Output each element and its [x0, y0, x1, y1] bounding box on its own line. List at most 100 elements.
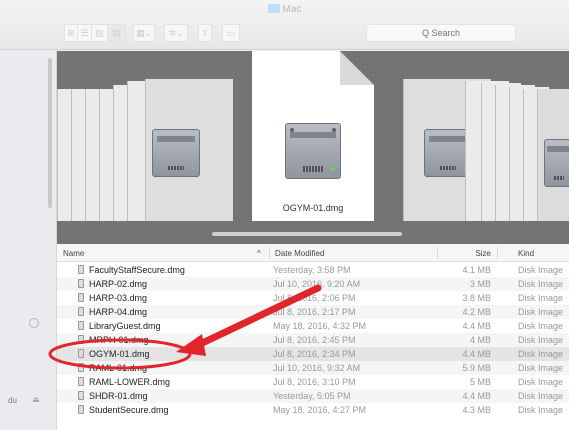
eject-icon[interactable]: ⏏ — [32, 395, 40, 404]
arrange-group: ▦⌄ — [133, 24, 155, 42]
table-row[interactable]: RAML-LOWER.dmg Jul 8, 2016, 3:10 PM 5 MB… — [57, 375, 569, 389]
file-date: Yesterday, 5:05 PM — [273, 391, 351, 401]
file-date: May 18, 2016, 4:32 PM — [273, 321, 367, 331]
coverflow-view[interactable]: OGYM-01.dmg — [57, 51, 569, 244]
window-title-text: Mac — [282, 4, 302, 15]
coverflow-selected-label: OGYM-01.dmg — [282, 203, 344, 213]
file-name: HARP-02.dmg — [89, 279, 148, 289]
coverflow-view-icon: ▤ — [112, 27, 121, 38]
disk-image-icon — [78, 349, 84, 358]
gear-icon: ✲⌄ — [168, 27, 184, 38]
list-header: Name ^ Date Modified Size Kind — [57, 244, 569, 262]
file-kind: Disk Image — [518, 321, 564, 331]
tag-button[interactable]: ▭ — [222, 24, 240, 42]
file-date: Jul 10, 2016, 9:20 AM — [273, 279, 361, 289]
file-size: 5.9 MB — [462, 363, 491, 373]
coverflow-item[interactable] — [145, 79, 233, 221]
disk-image-icon — [78, 265, 84, 274]
column-header-date[interactable]: Date Modified — [275, 249, 324, 258]
file-size: 5 MB — [469, 377, 491, 387]
page-fold — [340, 51, 374, 85]
file-kind: Disk Image — [518, 391, 564, 401]
table-row[interactable]: LibraryGuest.dmg May 18, 2016, 4:32 PM 4… — [57, 319, 569, 333]
search-field[interactable] — [366, 24, 516, 42]
table-row[interactable]: MRPH-01.dmg Jul 8, 2016, 2:45 PM 4 MB Di… — [57, 333, 569, 347]
file-kind: Disk Image — [518, 293, 564, 303]
view-switcher: ⊞ ☰ ▥ ▤ — [64, 24, 126, 42]
table-row[interactable]: FacultyStaffSecure.dmg Yesterday, 3:58 P… — [57, 263, 569, 277]
file-size: 4.4 MB — [462, 349, 491, 359]
column-view-icon: ▥ — [95, 27, 104, 38]
column-header-kind[interactable]: Kind — [518, 249, 534, 258]
file-kind: Disk Image — [518, 279, 564, 289]
icon-view-icon: ⊞ — [67, 27, 75, 38]
column-header-name[interactable]: Name — [63, 249, 84, 258]
finder-window: Mac ⊞ ☰ ▥ ▤ ▦⌄ ✲⌄ ⇧ ▭ du ⏏ — [0, 0, 569, 430]
file-kind: Disk Image — [518, 349, 564, 359]
disk-image-icon — [78, 293, 84, 302]
folder-icon — [267, 4, 280, 13]
toolbar: Mac ⊞ ☰ ▥ ▤ ▦⌄ ✲⌄ ⇧ ▭ — [0, 0, 569, 50]
file-size: 4.4 MB — [462, 321, 491, 331]
tag-icon: ▭ — [226, 27, 236, 38]
disk-image-icon — [78, 377, 84, 386]
column-header-size[interactable]: Size — [475, 249, 491, 258]
table-row[interactable]: HARP-04.dmg Jul 8, 2016, 2:17 PM 4.2 MB … — [57, 305, 569, 319]
disk-image-icon — [78, 405, 84, 414]
file-name: RAML-01.dmg — [89, 363, 148, 373]
sidebar-item-label[interactable]: du — [8, 396, 17, 405]
sidebar: du ⏏ — [0, 50, 57, 430]
table-row[interactable]: SHDR-01.dmg Yesterday, 5:05 PM 4.4 MB Di… — [57, 389, 569, 403]
arrange-icon: ▦⌄ — [135, 27, 153, 38]
file-name: HARP-04.dmg — [89, 307, 148, 317]
table-row[interactable]: StudentSecure.dmg May 18, 2016, 4:27 PM … — [57, 403, 569, 417]
hard-drive-icon — [152, 129, 200, 177]
table-row-selected[interactable]: OGYM-01.dmg Jul 8, 2016, 2:34 PM 4.4 MB … — [57, 347, 569, 361]
disk-image-icon — [78, 321, 84, 330]
share-button[interactable]: ⇧ — [198, 24, 212, 42]
hard-drive-icon — [285, 123, 341, 179]
file-date: Jul 8, 2016, 2:17 PM — [273, 307, 356, 317]
file-size: 3.8 MB — [462, 293, 491, 303]
coverflow-view-button[interactable]: ▤ — [108, 24, 126, 42]
file-date: Jul 8, 2016, 2:34 PM — [273, 349, 356, 359]
file-kind: Disk Image — [518, 377, 564, 387]
list-view-icon: ☰ — [80, 27, 89, 38]
file-date: Jul 8, 2016, 3:10 PM — [273, 377, 356, 387]
file-size: 4.3 MB — [462, 405, 491, 415]
file-kind: Disk Image — [518, 335, 564, 345]
file-date: Yesterday, 3:58 PM — [273, 265, 351, 275]
search-input[interactable] — [367, 28, 515, 38]
coverflow-item[interactable] — [537, 89, 569, 221]
file-name: LibraryGuest.dmg — [89, 321, 161, 331]
file-kind: Disk Image — [518, 265, 564, 275]
disk-image-icon — [78, 307, 84, 316]
share-group: ⇧ — [198, 24, 212, 42]
tag-group: ▭ — [222, 24, 240, 42]
table-row[interactable]: RAML-01.dmg Jul 10, 2016, 9:32 AM 5.9 MB… — [57, 361, 569, 375]
file-date: Jul 8, 2016, 2:45 PM — [273, 335, 356, 345]
coverflow-selected-item[interactable]: OGYM-01.dmg — [252, 51, 374, 221]
disk-image-icon — [78, 391, 84, 400]
file-kind: Disk Image — [518, 405, 564, 415]
icon-view-button[interactable]: ⊞ — [64, 24, 78, 42]
file-name: StudentSecure.dmg — [89, 405, 169, 415]
hard-drive-icon — [544, 139, 569, 187]
list-view-button[interactable]: ☰ — [78, 24, 92, 42]
action-button[interactable]: ✲⌄ — [164, 24, 188, 42]
sort-indicator-icon: ^ — [257, 249, 261, 258]
file-size: 4.4 MB — [462, 391, 491, 401]
file-size: 4 MB — [469, 335, 491, 345]
column-view-button[interactable]: ▥ — [92, 24, 108, 42]
coverflow-scrollbar[interactable] — [212, 232, 402, 236]
table-row[interactable]: HARP-02.dmg Jul 10, 2016, 9:20 AM 3 MB D… — [57, 277, 569, 291]
file-name: SHDR-01.dmg — [89, 391, 148, 401]
disk-image-icon — [78, 335, 84, 344]
file-date: May 18, 2016, 4:27 PM — [273, 405, 367, 415]
table-row[interactable]: HARP-03.dmg Jul 8, 2016, 2:06 PM 3.8 MB … — [57, 291, 569, 305]
file-kind: Disk Image — [518, 307, 564, 317]
file-name: FacultyStaffSecure.dmg — [89, 265, 185, 275]
sidebar-scrollbar[interactable] — [48, 58, 52, 208]
arrange-button[interactable]: ▦⌄ — [133, 24, 155, 42]
file-date: Jul 8, 2016, 2:06 PM — [273, 293, 356, 303]
